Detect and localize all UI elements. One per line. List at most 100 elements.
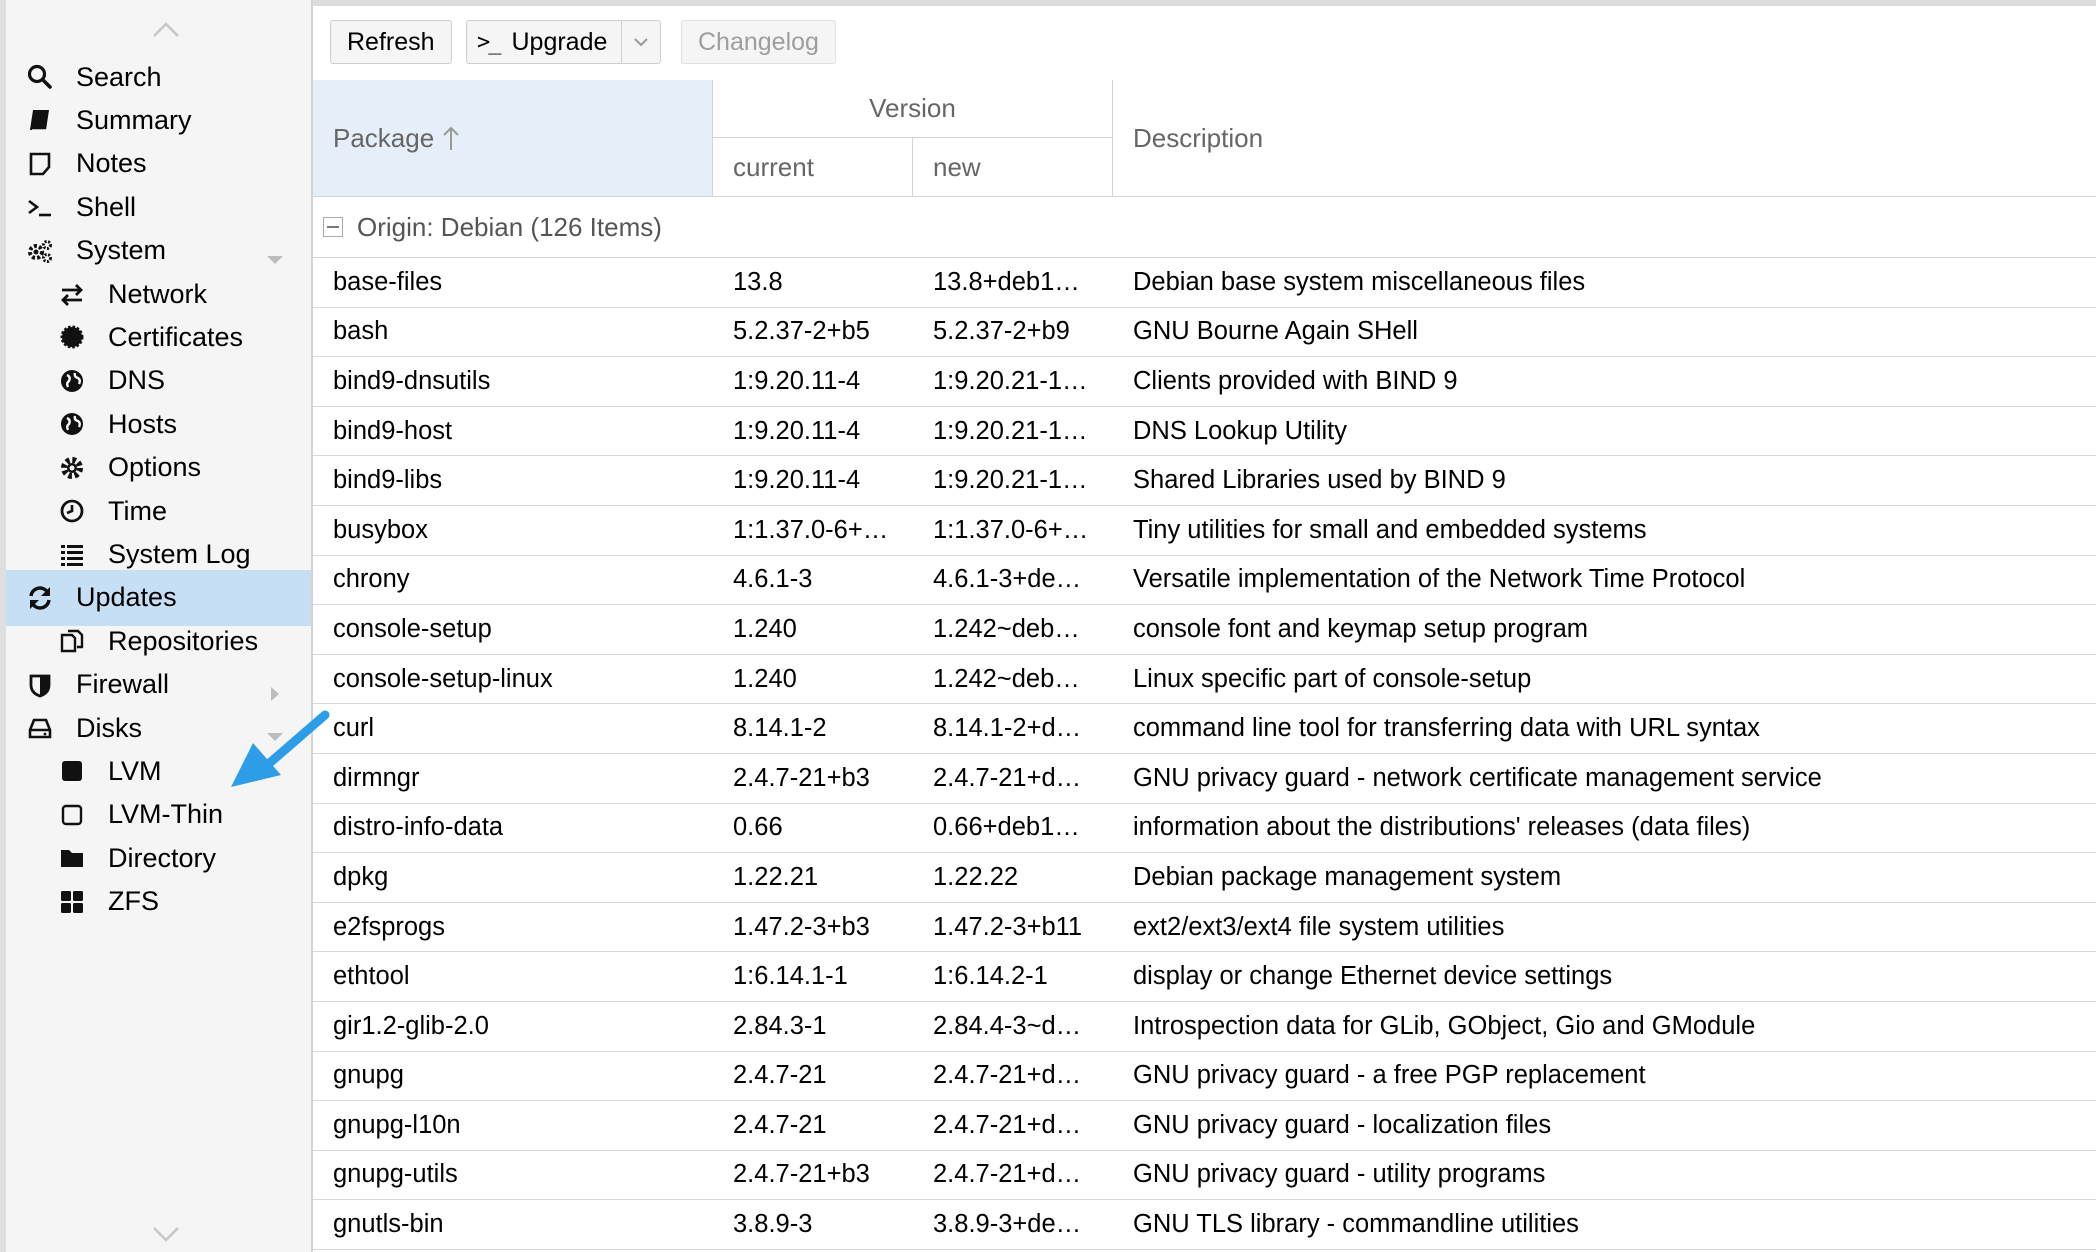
table-row[interactable]: bind9-host 1:9.20.11-4 1:9.20.21-1… DNS Loo…	[313, 407, 2096, 457]
expand-down-icon[interactable]	[265, 243, 285, 264]
current-version-cell: 5.2.37-2+b5	[733, 317, 870, 346]
column-new[interactable]: new	[913, 138, 1113, 196]
upgrade-main[interactable]: >_ Upgrade	[467, 21, 621, 63]
upgrade-button[interactable]: >_ Upgrade	[466, 20, 662, 64]
package-cell: ethtool	[333, 962, 410, 991]
sidebar-item-label: Directory	[108, 842, 217, 873]
table-row[interactable]: gnupg-utils 2.4.7-21+b3 2.4.7-21+d… GNU pri…	[313, 1151, 2096, 1201]
group-label: Origin: Debian (126 Items)	[357, 211, 662, 242]
table-row[interactable]: bind9-dnsutils 1:9.20.11-4 1:9.20.21-1… Cli…	[313, 357, 2096, 407]
current-version-cell: 2.4.7-21	[733, 1061, 827, 1090]
table-row[interactable]: base-files 13.8 13.8+deb1… Debian base syst…	[313, 258, 2096, 308]
book-icon	[24, 104, 56, 136]
description-cell: GNU TLS library - commandline utilities	[1133, 1210, 1579, 1239]
package-cell: e2fsprogs	[333, 912, 445, 941]
table-row[interactable]: gnupg 2.4.7-21 2.4.7-21+d… GNU privacy guar…	[313, 1052, 2096, 1102]
sidebar-item-label: LVM-Thin	[108, 799, 224, 830]
table-row[interactable]: distro-info-data 0.66 0.66+deb1… informatio…	[313, 804, 2096, 854]
description-cell: GNU privacy guard - network certificate …	[1133, 763, 1822, 792]
table-row[interactable]: bind9-libs 1:9.20.11-4 1:9.20.21-1… Shared …	[313, 456, 2096, 506]
current-version-cell: 4.6.1-3	[733, 565, 813, 594]
table-row[interactable]: busybox 1:1.37.0-6+… 1:1.37.0-6+… Tiny util…	[313, 506, 2096, 556]
toolbar: Refresh >_ Upgrade Changelog	[313, 6, 2096, 82]
upgrade-dropdown[interactable]	[621, 21, 660, 63]
scroll-up-icon[interactable]	[146, 18, 186, 42]
expand-right-icon[interactable]	[265, 677, 285, 701]
current-version-cell: 2.4.7-21+b3	[733, 1160, 870, 1189]
changelog-button[interactable]: Changelog	[681, 20, 836, 64]
note-icon	[24, 148, 56, 180]
description-cell: GNU privacy guard - utility programs	[1133, 1160, 1546, 1189]
table-row[interactable]: e2fsprogs 1.47.2-3+b3 1.47.2-3+b11 ext2/ext…	[313, 903, 2096, 953]
new-version-cell: 1.242~deb…	[933, 614, 1080, 643]
new-version-cell: 4.6.1-3+de…	[933, 565, 1082, 594]
globe-icon	[56, 365, 88, 397]
description-cell: Linux specific part of console-setup	[1133, 664, 1532, 693]
new-version-cell: 1:9.20.21-1…	[933, 366, 1088, 395]
sidebar-item-zfs[interactable]: ZFS	[6, 874, 311, 930]
sidebar-item-label: Notes	[76, 148, 147, 179]
table-row[interactable]: dpkg 1.22.21 1.22.22 Debian package managem…	[313, 853, 2096, 903]
new-version-cell: 2.4.7-21+d…	[933, 1160, 1082, 1189]
new-version-cell: 5.2.37-2+b9	[933, 317, 1070, 346]
package-cell: console-setup-linux	[333, 664, 553, 693]
current-version-cell: 2.84.3-1	[733, 1011, 827, 1040]
new-version-cell: 1:9.20.21-1…	[933, 416, 1088, 445]
sidebar-item-label: DNS	[108, 365, 166, 396]
collapse-icon[interactable]	[323, 217, 343, 237]
new-version-cell: 2.4.7-21+d…	[933, 1110, 1082, 1139]
refresh-button[interactable]: Refresh	[330, 20, 452, 64]
new-version-cell: 1.47.2-3+b11	[933, 912, 1083, 941]
scroll-down-icon[interactable]	[146, 1222, 186, 1246]
description-cell: GNU privacy guard - a free PGP replaceme…	[1133, 1061, 1646, 1090]
current-version-cell: 0.66	[733, 813, 783, 842]
description-cell: Introspection data for GLib, GObject, Gi…	[1133, 1011, 1756, 1040]
new-version-cell: 0.66+deb1…	[933, 813, 1080, 842]
description-cell: information about the distributions' rel…	[1133, 813, 1751, 842]
package-cell: distro-info-data	[333, 813, 504, 842]
table-row[interactable]: bash 5.2.37-2+b5 5.2.37-2+b9 GNU Bourne Aga…	[313, 308, 2096, 358]
table-row[interactable]: console-setup-linux 1.240 1.242~deb… Linux …	[313, 655, 2096, 705]
terminal-icon	[24, 191, 56, 223]
table-row[interactable]: gnupg-l10n 2.4.7-21 2.4.7-21+d… GNU privacy…	[313, 1101, 2096, 1151]
new-version-cell: 1.242~deb…	[933, 664, 1080, 693]
package-cell: bind9-dnsutils	[333, 366, 491, 395]
package-cell: gnupg-l10n	[333, 1110, 461, 1139]
sidebar: Search Summary Notes Shell System Network Cert…	[6, 0, 313, 1252]
table-row[interactable]: chrony 4.6.1-3 4.6.1-3+de… Versatile implem…	[313, 556, 2096, 606]
package-cell: chrony	[333, 565, 410, 594]
group-header-debian[interactable]: Origin: Debian (126 Items)	[313, 197, 2096, 258]
sidebar-item-label: Firewall	[76, 669, 170, 700]
cogs-icon	[24, 235, 56, 267]
sidebar-item-label: System Log	[108, 538, 251, 569]
description-cell: Debian base system miscellaneous files	[1133, 267, 1586, 296]
exchange-icon	[56, 278, 88, 310]
grid-icon	[56, 886, 88, 918]
current-version-cell: 1:6.14.1-1	[733, 962, 848, 991]
upgrade-label: Upgrade	[511, 27, 608, 56]
table-row[interactable]: console-setup 1.240 1.242~deb… console font…	[313, 605, 2096, 655]
description-cell: command line tool for transferring data …	[1133, 714, 1760, 743]
new-version-cell: 1:9.20.21-1…	[933, 466, 1088, 495]
sidebar-item-label: Time	[108, 495, 167, 526]
column-description[interactable]: Description	[1113, 80, 2096, 196]
package-cell: base-files	[333, 267, 443, 296]
table-row[interactable]: ethtool 1:6.14.1-1 1:6.14.2-1 display or ch…	[313, 952, 2096, 1002]
column-current[interactable]: current	[713, 138, 913, 196]
gear-icon	[56, 452, 88, 484]
column-group-version: Version	[713, 80, 1113, 138]
package-cell: console-setup	[333, 614, 492, 643]
table-row[interactable]: gir1.2-glib-2.0 2.84.3-1 2.84.4-3~d… Intros…	[313, 1002, 2096, 1052]
current-version-cell: 8.14.1-2	[733, 714, 827, 743]
current-version-cell: 1.22.21	[733, 862, 819, 891]
description-cell: GNU Bourne Again SHell	[1133, 317, 1418, 346]
package-list: base-files 13.8 13.8+deb1… Debian base syst…	[313, 258, 2096, 1250]
column-package[interactable]: Package	[313, 80, 713, 196]
table-row[interactable]: dirmngr 2.4.7-21+b3 2.4.7-21+d… GNU privacy…	[313, 754, 2096, 804]
current-version-cell: 1:9.20.11-4	[733, 416, 861, 445]
package-cell: gnutls-bin	[333, 1210, 444, 1239]
column-package-label: Package	[333, 122, 435, 153]
table-row[interactable]: gnutls-bin 3.8.9-3 3.8.9-3+de… GNU TLS libr…	[313, 1200, 2096, 1250]
shield-icon	[24, 669, 56, 701]
table-row[interactable]: curl 8.14.1-2 8.14.1-2+d… command line tool…	[313, 704, 2096, 754]
